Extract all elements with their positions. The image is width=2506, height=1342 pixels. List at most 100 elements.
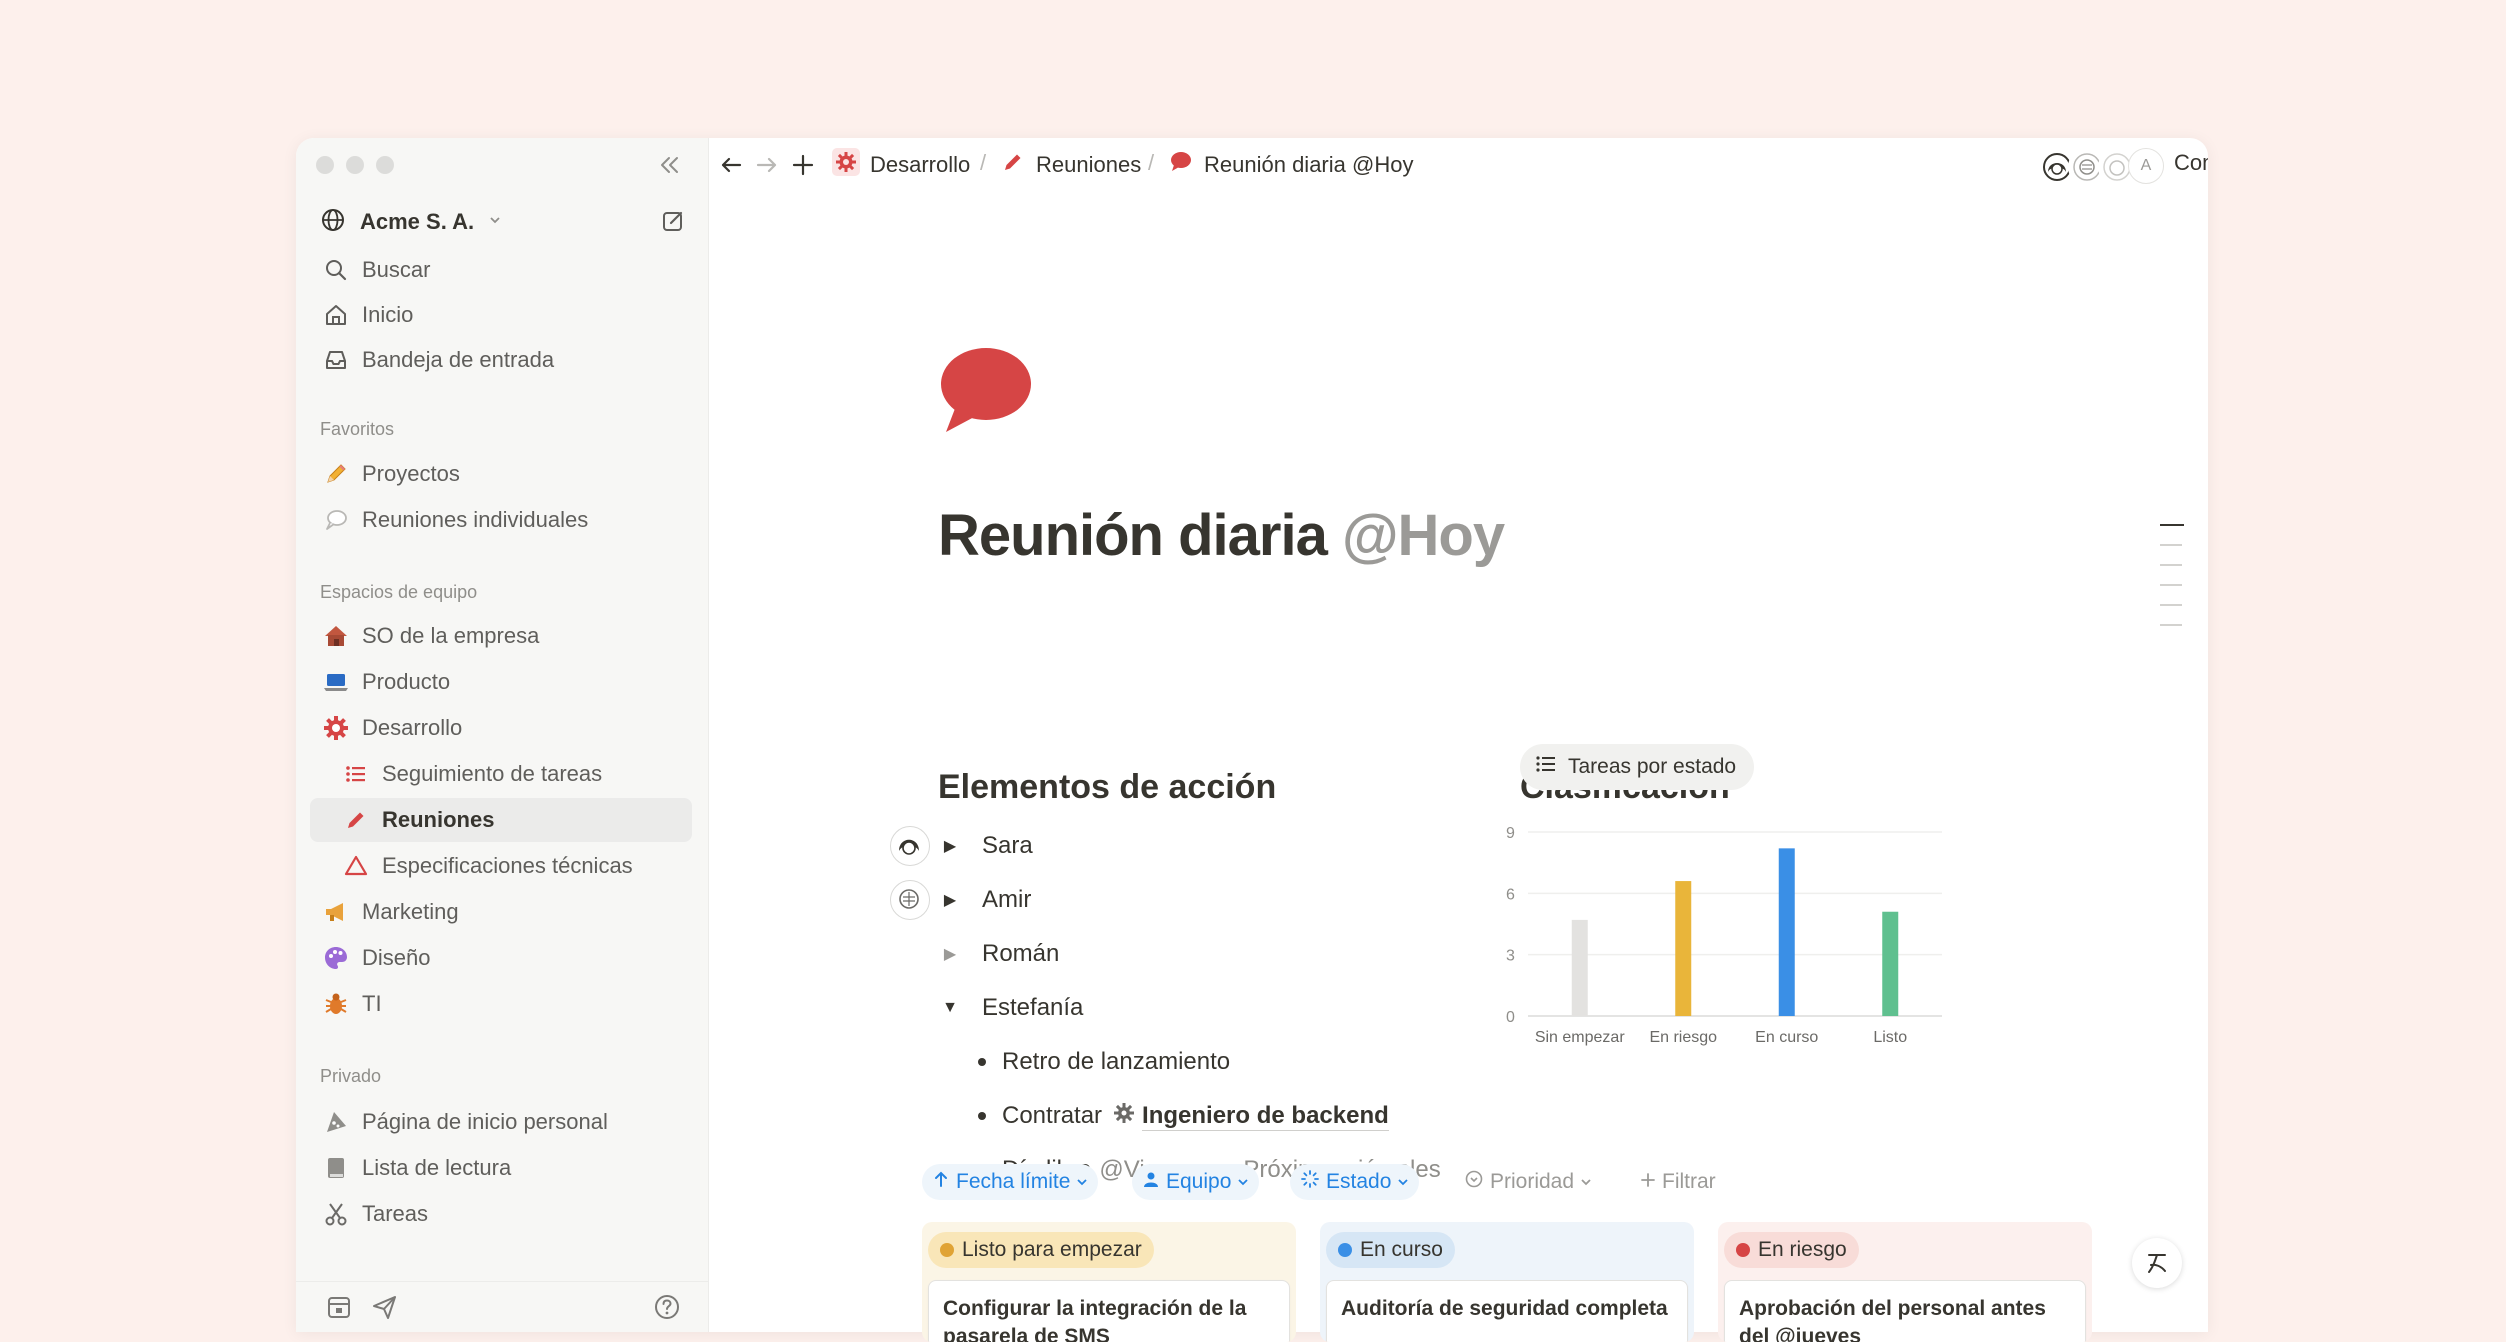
close-window-button[interactable] (316, 156, 334, 174)
triangle-icon (340, 850, 372, 882)
sidebar-item-especificaciones[interactable]: Especificaciones técnicas (310, 844, 692, 888)
add-filter-button[interactable]: Filtrar (1630, 1164, 1726, 1200)
sidebar-item-reuniones-individuales[interactable]: Reuniones individuales (310, 498, 692, 542)
triangle-down-icon[interactable]: ▼ (940, 999, 960, 1017)
triangle-right-icon[interactable]: ▶ (940, 836, 960, 856)
sidebar-item-ti[interactable]: TI (310, 982, 692, 1026)
sidebar-item-reuniones[interactable]: Reuniones (310, 798, 692, 842)
toggle-amir[interactable]: ▶ Amir (940, 880, 1031, 920)
priority-icon (1464, 1169, 1484, 1195)
chevron-down-icon (488, 213, 502, 232)
sidebar-item-label: Lista de lectura (362, 1155, 512, 1180)
sidebar-item-so-empresa[interactable]: SO de la empresa (310, 614, 692, 658)
sidebar-item-inicio[interactable]: Inicio (310, 293, 692, 337)
bar[interactable] (1882, 911, 1899, 1016)
y-tick-label: 0 (1506, 1009, 1515, 1026)
globe-icon (320, 207, 346, 238)
sidebar-item-label: Buscar (362, 257, 431, 282)
send-icon[interactable] (368, 1290, 402, 1324)
plus-icon (1640, 1170, 1656, 1194)
filter-estado[interactable]: Estado (1290, 1164, 1420, 1200)
task-card[interactable]: Configurar la integración de la pasarela… (928, 1280, 1290, 1342)
sidebar-item-lista-lectura[interactable]: Lista de lectura (310, 1146, 692, 1190)
chevron-down-icon (1237, 1170, 1249, 1194)
pencil-emoji-icon (320, 458, 352, 490)
avatar-initial: A (2128, 148, 2164, 184)
collapse-sidebar-icon[interactable] (654, 150, 684, 180)
chevron-down-icon (1076, 1170, 1088, 1194)
sidebar-item-label: Producto (362, 669, 451, 694)
filter-prioridad[interactable]: Prioridad (1454, 1164, 1602, 1200)
task-card[interactable]: Aprobación del personal antes del @jueve… (1724, 1280, 2086, 1342)
person-name: Román (982, 940, 1060, 967)
chevron-down-icon (1580, 1170, 1592, 1194)
task-card[interactable]: Auditoría de seguridad completa (1326, 1280, 1688, 1342)
list-item: Contratar Ingeniero de backend (978, 1096, 1389, 1136)
bar[interactable] (1675, 881, 1692, 1016)
megaphone-icon (320, 896, 352, 928)
triangle-right-icon[interactable]: ▶ (940, 890, 960, 910)
bar[interactable] (1778, 848, 1795, 1016)
sidebar-item-buscar[interactable]: Buscar (310, 248, 692, 292)
laptop-icon (320, 666, 352, 698)
breadcrumb-desarrollo[interactable]: Desarrollo (832, 148, 970, 181)
sidebar-item-label: Desarrollo (362, 715, 463, 740)
home-icon (320, 299, 352, 331)
sidebar-footer (296, 1281, 708, 1332)
ai-assistant-icon[interactable] (2132, 1238, 2182, 1288)
workspace-switcher[interactable]: Acme S. A. (320, 204, 502, 240)
sidebar-item-label: Reuniones individuales (362, 507, 589, 532)
avatar (890, 880, 930, 920)
sidebar-item-label: Diseño (362, 945, 431, 970)
chart-view-tab[interactable]: Tareas por estado (1520, 744, 1755, 790)
x-tick-label: Listo (1873, 1029, 1907, 1046)
collaborator-avatars[interactable]: A (2038, 148, 2164, 186)
maximize-window-button[interactable] (376, 156, 394, 174)
triangle-right-icon[interactable]: ▶ (940, 944, 960, 964)
filter-fecha-limite-row[interactable]: Fecha límite (922, 1164, 1099, 1200)
calendar-icon[interactable] (322, 1290, 356, 1324)
back-arrow-icon[interactable] (716, 150, 746, 180)
gear-icon (320, 712, 352, 744)
sidebar-item-proyectos[interactable]: Proyectos (310, 452, 692, 496)
sidebar-item-tareas[interactable]: Tareas (310, 1192, 692, 1236)
sidebar-item-label: Bandeja de entrada (362, 347, 555, 372)
favorites-section-label: Favoritos (320, 419, 395, 439)
y-tick-label: 9 (1506, 825, 1515, 842)
sidebar-item-label: Tareas (362, 1201, 429, 1226)
sidebar-item-seguimiento[interactable]: Seguimiento de tareas (310, 752, 692, 796)
page-link[interactable]: Ingeniero de backend (1142, 1102, 1389, 1131)
toggle-roman[interactable]: ▶ Román (940, 934, 1060, 974)
new-page-icon[interactable] (658, 206, 688, 236)
breadcrumb-separator: / (980, 150, 987, 175)
list-item: Retro de lanzamiento (978, 1042, 1230, 1082)
minimize-window-button[interactable] (346, 156, 364, 174)
plus-icon[interactable] (788, 150, 818, 180)
speech-bubble-icon[interactable] (938, 344, 1034, 440)
page-title-text: Reunión diaria (938, 503, 1328, 568)
action-items-heading: Elementos de acción (938, 768, 1277, 806)
share-button[interactable]: Compartir (2174, 150, 2208, 176)
breadcrumb-current-page[interactable]: Reunión diaria @Hoy (1168, 149, 1413, 181)
sidebar-item-desarrollo[interactable]: Desarrollo (310, 706, 692, 750)
x-tick-label: En riesgo (1649, 1029, 1717, 1046)
bar[interactable] (1571, 919, 1588, 1016)
sidebar-item-pagina-inicio[interactable]: Página de inicio personal (310, 1100, 692, 1144)
sidebar-item-marketing[interactable]: Marketing (310, 890, 692, 934)
page-title[interactable]: Reunión diaria @Hoy (938, 502, 1505, 569)
breadcrumb-reuniones[interactable]: Reuniones (1000, 149, 1141, 181)
x-tick-label: Sin empezar (1535, 1029, 1625, 1046)
toggle-sara[interactable]: ▶ Sara (940, 826, 1033, 866)
toggle-estefania[interactable]: ▼ Estefanía (940, 988, 1083, 1028)
sidebar-item-producto[interactable]: Producto (310, 660, 692, 704)
forward-arrow-icon[interactable] (752, 150, 782, 180)
help-icon[interactable] (650, 1290, 684, 1324)
filter-equipo-row[interactable]: Equipo (1132, 1164, 1260, 1200)
sidebar-item-diseno[interactable]: Diseño (310, 936, 692, 980)
date-mention[interactable]: @Hoy (1342, 503, 1505, 568)
window-controls (316, 156, 394, 174)
palette-icon (320, 942, 352, 974)
pencil-icon (340, 804, 372, 836)
bar-chart: 0 3 6 9 Sin empezar En riesgo En curso Listo (1506, 825, 1942, 1046)
sidebar-item-bandeja[interactable]: Bandeja de entrada (310, 338, 692, 382)
